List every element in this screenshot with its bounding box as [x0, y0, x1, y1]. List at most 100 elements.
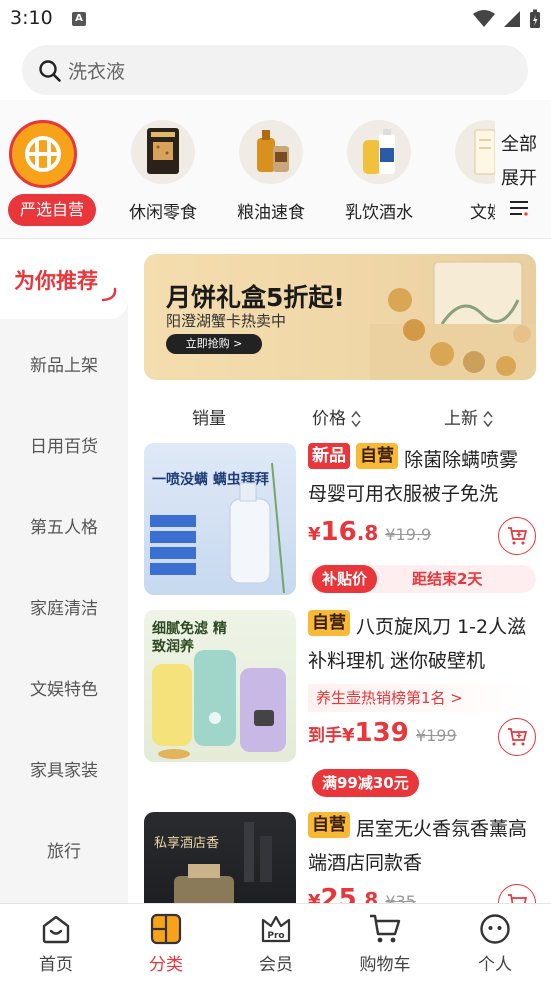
expand-all-line2: 展开	[501, 168, 537, 189]
category-label: 文娱	[470, 203, 495, 223]
tab-category[interactable]: 分类	[126, 912, 206, 975]
price-currency: ¥	[342, 725, 355, 746]
sort-newest[interactable]: 上新	[444, 404, 494, 429]
nav-item-daily[interactable]: 日用百货	[0, 432, 128, 457]
expand-all-line1: 全部	[501, 134, 537, 155]
search-input[interactable]: 洗衣液	[68, 57, 125, 84]
nav-item-travel[interactable]: 旅行	[0, 837, 128, 862]
tag-self-operated: 自营	[356, 443, 399, 469]
product-card[interactable]: 细腻免滤 精致润养 自营 八页旋风刀 1-2人滋补料理机 迷你破壁机 养生壶热销…	[144, 610, 536, 800]
tab-label: 个人	[478, 955, 512, 975]
product-info: 自营 八页旋风刀 1-2人滋补料理机 迷你破壁机 养生壶热销榜第1名 > 到手¥…	[308, 610, 536, 797]
product-price: 到手¥139	[308, 718, 409, 748]
price-decimal: .8	[356, 888, 379, 903]
price-integer: 16	[320, 517, 357, 547]
product-info: 自营 居室无火香氛香薰高端酒店同款香 ¥25.8 ¥35	[308, 812, 536, 903]
promo-banner[interactable]: 月饼礼盒5折起! 阳澄湖蟹卡热卖中 立即抢购 >	[144, 254, 536, 380]
subsidy-tag: 补贴价	[312, 565, 378, 593]
category-stationery[interactable]: 文娱	[442, 110, 495, 230]
status-time: 3:10	[10, 7, 53, 29]
nav-item-identity-v[interactable]: 第五人格	[0, 513, 128, 538]
category-label: 严选自营	[8, 194, 96, 226]
notification-icon: A	[72, 12, 86, 26]
sort-bar: 销量 价格 上新	[144, 398, 536, 432]
spray-bottle-illustration	[150, 462, 285, 594]
product-card[interactable]: 一喷没螨 螨虫拜拜 新品 自营 除菌除螨喷雾母婴可用衣服被子免洗 ¥16.8 ¥…	[144, 443, 536, 595]
cart-icon	[508, 728, 527, 746]
banner-buy-button[interactable]: 立即抢购 >	[166, 334, 262, 354]
expand-all-button[interactable]: 全部 展开	[497, 128, 541, 216]
price-decimal: .8	[356, 521, 379, 545]
tab-member[interactable]: Pro 会员	[236, 912, 316, 975]
cart-icon	[370, 914, 401, 943]
nav-item-new[interactable]: 新品上架	[0, 351, 128, 376]
countdown-text: 距结束2天	[412, 570, 483, 588]
bottom-tab-bar: 首页 分类 Pro 会员 购物车 个人	[0, 903, 551, 981]
profile-icon	[480, 914, 510, 944]
category-icon	[150, 913, 182, 945]
grain-oil-icon	[239, 120, 303, 184]
category-drinks[interactable]: 乳饮酒水	[334, 110, 424, 230]
sort-arrows-icon	[351, 410, 361, 428]
category-label: 乳饮酒水	[345, 203, 413, 223]
category-strip: 严选自营 休闲零食 粮油速食 乳饮酒水 文娱	[0, 110, 495, 230]
product-title-line: 自营 八页旋风刀 1-2人滋补料理机 迷你破壁机	[308, 610, 536, 678]
price-integer: 25	[320, 884, 357, 903]
product-title-line: 新品 自营 除菌除螨喷雾母婴可用衣服被子免洗	[308, 443, 536, 511]
nav-item-cleaning[interactable]: 家庭清洁	[0, 594, 128, 619]
cart-icon	[508, 894, 527, 903]
original-price: ¥199	[415, 726, 457, 745]
category-yanxuan[interactable]: 严选自营	[0, 110, 96, 230]
battery-icon	[530, 9, 540, 28]
banner-title: 月饼礼盒5折起!	[166, 283, 345, 312]
pro-member-icon: Pro	[261, 915, 291, 943]
product-title-line: 自营 居室无火香氛香薰高端酒店同款香	[308, 812, 536, 880]
original-price: ¥19.9	[385, 525, 432, 544]
tab-home[interactable]: 首页	[16, 912, 96, 975]
original-price: ¥35	[385, 892, 416, 903]
tab-profile[interactable]: 个人	[455, 912, 535, 975]
yanxuan-logo-icon	[9, 120, 77, 188]
tag-new: 新品	[308, 443, 350, 469]
stationery-icon	[455, 120, 495, 184]
nav-item-recommended[interactable]: 为你推荐	[0, 239, 128, 319]
product-price: ¥16.8	[308, 517, 378, 547]
sort-arrows-icon	[483, 410, 493, 428]
tab-cart[interactable]: 购物车	[345, 912, 425, 975]
product-thumbnail: 私享酒店香	[144, 812, 296, 903]
drinks-icon	[347, 120, 411, 184]
status-icons	[473, 9, 541, 29]
tab-label: 购物车	[359, 955, 411, 975]
sort-newest-label: 上新	[444, 409, 478, 429]
nav-item-furniture[interactable]: 家具家装	[0, 756, 128, 781]
subsidy-promo-bar: 补贴价 距结束2天	[308, 565, 536, 593]
category-label: 粮油速食	[237, 203, 305, 223]
category-grain-oil[interactable]: 粮油速食	[226, 110, 316, 230]
sort-price[interactable]: 价格	[312, 404, 362, 429]
wifi-icon	[473, 10, 495, 27]
add-to-cart-button[interactable]	[498, 718, 536, 756]
svg-text:Pro: Pro	[267, 931, 284, 941]
sort-sales[interactable]: 销量	[192, 404, 226, 429]
banner-subtitle: 阳澄湖蟹卡热卖中	[166, 312, 287, 330]
price-prefix: 到手	[308, 726, 342, 746]
category-snacks[interactable]: 休闲零食	[118, 110, 208, 230]
tag-self-operated: 自营	[308, 812, 350, 838]
search-icon	[39, 60, 61, 82]
home-icon	[42, 915, 70, 944]
add-to-cart-button[interactable]	[498, 517, 536, 555]
bestseller-rank-link[interactable]: 养生壶热销榜第1名 >	[308, 684, 536, 712]
nav-item-entertainment[interactable]: 文娱特色	[0, 675, 128, 700]
product-thumbnail: 细腻免滤 精致润养	[144, 610, 296, 762]
product-price: ¥25.8	[308, 884, 378, 903]
search-bar[interactable]: 洗衣液	[22, 45, 528, 95]
category-label: 休闲零食	[129, 203, 197, 223]
nav-item-label: 为你推荐	[14, 269, 98, 293]
signal-icon	[504, 11, 520, 27]
tab-label: 首页	[39, 955, 73, 975]
sort-sales-label: 销量	[192, 409, 226, 429]
active-indicator-icon	[101, 287, 117, 302]
product-card[interactable]: 私享酒店香 自营 居室无火香氛香薰高端酒店同款香 ¥25.8 ¥35	[144, 812, 536, 903]
discount-badge: 满99减30元	[312, 769, 419, 797]
price-currency: ¥	[308, 524, 321, 545]
